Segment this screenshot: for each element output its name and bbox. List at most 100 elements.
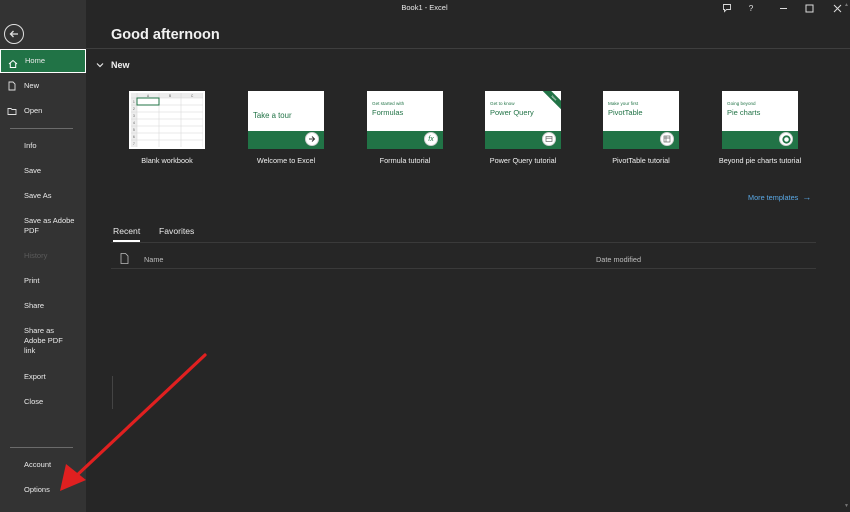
thumbnail-title: Pie charts bbox=[727, 108, 761, 117]
formula-thumbnail: Get started with Formulas fx bbox=[367, 91, 443, 149]
fx-icon: fx bbox=[424, 132, 438, 146]
backstage-sidebar: Home New Open Info Save Save As Save as … bbox=[0, 0, 86, 512]
sidebar-item-save-as-adobe-pdf[interactable]: Save as Adobe PDF bbox=[0, 216, 86, 236]
template-label: Power Query tutorial bbox=[489, 156, 557, 165]
sidebar-item-label: Open bbox=[24, 106, 43, 115]
thumbnail-subtext: Going beyond bbox=[727, 101, 756, 106]
sidebar-item-label: Share bbox=[24, 301, 45, 310]
grid-row-header: 4 bbox=[133, 121, 135, 125]
sidebar-item-new[interactable]: New bbox=[0, 81, 86, 91]
sidebar-item-label: Save as Adobe PDF bbox=[24, 216, 75, 235]
header-divider bbox=[86, 48, 850, 49]
template-welcome-to-excel[interactable]: Take a tour Welcome to Excel bbox=[248, 91, 324, 165]
sidebar-item-label: New bbox=[24, 81, 40, 90]
thumbnail-title: PivotTable bbox=[608, 108, 643, 117]
column-header-name[interactable]: Name bbox=[144, 255, 163, 264]
thumbnail-subtext: Make your first bbox=[608, 101, 639, 106]
title-bar: Book1 - Excel ? bbox=[86, 0, 850, 16]
sidebar-item-label: History bbox=[24, 251, 48, 260]
sidebar-item-label: Account bbox=[24, 460, 52, 469]
sidebar-item-share[interactable]: Share bbox=[0, 301, 86, 311]
thumbnail-title: Formulas bbox=[372, 108, 404, 117]
thumbnail-title: Power Query bbox=[490, 108, 534, 117]
template-label: Welcome to Excel bbox=[256, 156, 316, 165]
back-arrow-icon[interactable] bbox=[4, 24, 24, 44]
template-label: Beyond pie charts tutorial bbox=[718, 156, 802, 165]
sidebar-item-label: Export bbox=[24, 372, 46, 381]
pie-charts-thumbnail: Going beyond Pie charts bbox=[722, 91, 798, 149]
power-query-thumbnail: New Get to know Power Query bbox=[485, 91, 561, 149]
greeting-heading: Good afternoon bbox=[111, 27, 220, 43]
sidebar-item-save[interactable]: Save bbox=[0, 166, 86, 176]
sidebar-item-info[interactable]: Info bbox=[0, 141, 86, 151]
pivot-table-icon bbox=[660, 132, 674, 146]
thumbnail-subtext: Get to know bbox=[490, 101, 515, 106]
new-ribbon: New bbox=[541, 91, 561, 111]
spreadsheet-grid-icon: A B C 1 2 3 4 5 6 7 bbox=[131, 93, 203, 147]
blank-workbook-thumbnail: A B C 1 2 3 4 5 6 7 bbox=[129, 91, 205, 149]
sidebar-item-account[interactable]: Account bbox=[0, 460, 86, 470]
scroll-up-arrow-icon[interactable]: ▲ bbox=[843, 2, 850, 9]
scroll-down-arrow-icon[interactable]: ▼ bbox=[843, 503, 850, 510]
sidebar-item-share-as-adobe-pdf-link[interactable]: Share as Adobe PDF link bbox=[0, 326, 86, 356]
template-label: Formula tutorial bbox=[379, 156, 431, 165]
window-title: Book1 - Excel bbox=[401, 3, 448, 12]
template-label: PivotTable tutorial bbox=[612, 156, 670, 165]
sidebar-item-label: Info bbox=[24, 141, 37, 150]
help-icon[interactable]: ? bbox=[740, 0, 762, 16]
grid-row-header: 1 bbox=[133, 100, 135, 104]
donut-chart-icon bbox=[779, 132, 793, 146]
template-pivottable-tutorial[interactable]: Make your first PivotTable PivotTable tu… bbox=[603, 91, 679, 165]
grid-column-header: B bbox=[169, 94, 171, 98]
sidebar-item-home[interactable]: Home bbox=[0, 49, 86, 73]
more-templates-label: More templates bbox=[748, 193, 799, 202]
tab-recent[interactable]: Recent bbox=[113, 226, 141, 242]
sidebar-item-open[interactable]: Open bbox=[0, 106, 86, 116]
template-beyond-pie-charts-tutorial[interactable]: Going beyond Pie charts Beyond pie chart… bbox=[719, 91, 801, 165]
arrow-right-icon: → bbox=[802, 192, 812, 202]
sidebar-item-close[interactable]: Close bbox=[0, 397, 86, 407]
more-templates-link[interactable]: More templates → bbox=[748, 192, 811, 202]
new-document-icon bbox=[7, 81, 17, 91]
sidebar-item-save-as[interactable]: Save As bbox=[0, 191, 86, 201]
file-type-icon bbox=[120, 253, 129, 266]
pivottable-thumbnail: Make your first PivotTable bbox=[603, 91, 679, 149]
arrow-right-icon bbox=[305, 132, 319, 146]
query-table-icon bbox=[542, 132, 556, 146]
feedback-icon[interactable] bbox=[716, 0, 738, 16]
sidebar-item-history: History bbox=[0, 251, 86, 261]
list-divider bbox=[111, 268, 816, 269]
sidebar-item-options[interactable]: Options bbox=[0, 485, 86, 495]
sidebar-item-label: Options bbox=[24, 485, 50, 494]
new-section-toggle[interactable]: New bbox=[96, 60, 130, 70]
template-label: Blank workbook bbox=[141, 156, 193, 165]
grid-row-header: 5 bbox=[133, 128, 135, 132]
grid-row-header: 7 bbox=[133, 142, 135, 146]
minimize-icon[interactable] bbox=[772, 0, 794, 16]
folder-icon bbox=[7, 106, 17, 116]
thumbnail-subtext: Get started with bbox=[372, 101, 405, 106]
grid-row-header: 2 bbox=[133, 107, 135, 111]
tabs-divider bbox=[111, 242, 816, 243]
sidebar-item-label: Print bbox=[24, 276, 40, 285]
grid-row-header: 6 bbox=[133, 135, 135, 139]
sidebar-item-label: Close bbox=[24, 397, 44, 406]
maximize-icon[interactable] bbox=[798, 0, 820, 16]
sidebar-divider bbox=[10, 447, 73, 448]
thumbnail-text: Take a tour bbox=[253, 111, 292, 120]
chevron-down-icon bbox=[96, 61, 104, 70]
template-formula-tutorial[interactable]: Get started with Formulas fx Formula tut… bbox=[367, 91, 443, 165]
tab-favorites[interactable]: Favorites bbox=[159, 226, 194, 236]
template-blank-workbook[interactable]: A B C 1 2 3 4 5 6 7 Blank workbook bbox=[129, 91, 205, 165]
sidebar-item-export[interactable]: Export bbox=[0, 372, 86, 382]
column-header-date-modified[interactable]: Date modified bbox=[596, 255, 641, 264]
home-icon bbox=[8, 56, 18, 68]
sidebar-item-label: Save As bbox=[24, 191, 52, 200]
grid-row-header: 3 bbox=[133, 114, 135, 118]
template-power-query-tutorial[interactable]: New Get to know Power Query Power Query … bbox=[485, 91, 561, 165]
sidebar-item-print[interactable]: Print bbox=[0, 276, 86, 286]
welcome-thumbnail: Take a tour bbox=[248, 91, 324, 149]
sidebar-item-label: Share as Adobe PDF link bbox=[24, 326, 63, 355]
sidebar-divider bbox=[10, 128, 73, 129]
list-scroll-marker bbox=[112, 376, 113, 409]
